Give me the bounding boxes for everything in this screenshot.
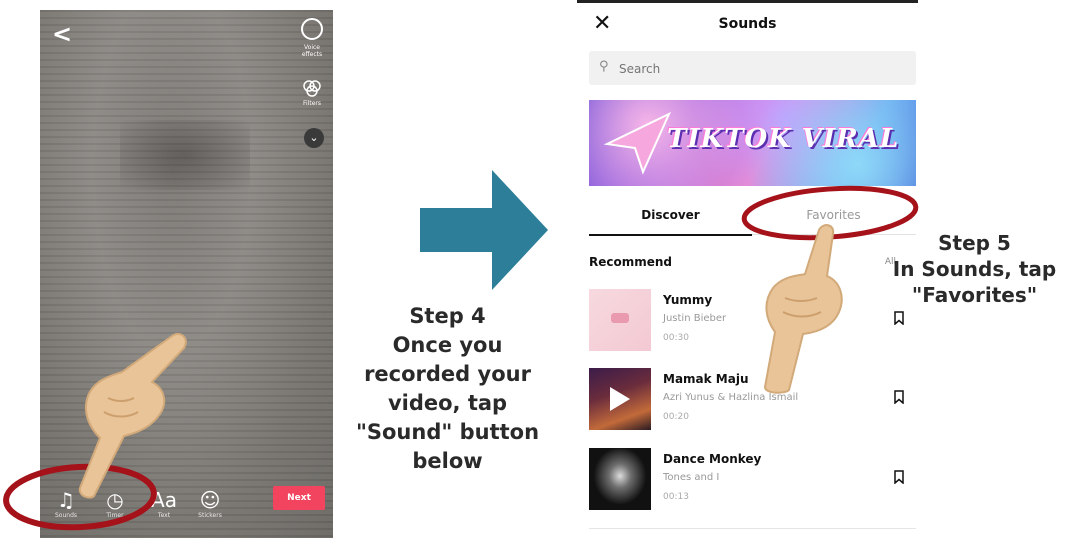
search-icon: ⚲ <box>599 59 609 74</box>
track-row[interactable]: Mamak Maju Azri Yunus & Hazlina Ismail 0… <box>589 368 916 434</box>
timer-button[interactable]: ◷ Timer <box>95 488 135 520</box>
sound-button[interactable]: ♫ Sounds <box>46 488 86 520</box>
step4-line: Once you <box>392 333 503 357</box>
step5-title: Step 5 <box>938 231 1011 255</box>
tab-favorites[interactable]: Favorites <box>752 198 915 234</box>
track-artist: Tones and I <box>663 472 720 483</box>
step5-line: "Favorites" <box>911 283 1038 307</box>
sheet-title: Sounds <box>718 16 777 32</box>
text-icon: Aa <box>151 488 177 512</box>
step4-caption: Step 4 Once you recorded your video, tap… <box>355 302 540 476</box>
track-title: Dance Monkey <box>663 452 762 466</box>
track-duration: 00:13 <box>663 492 689 502</box>
search-input[interactable] <box>617 51 901 87</box>
track-title: Mamak Maju <box>663 372 749 386</box>
stickers-label: Stickers <box>198 512 222 519</box>
step4-line: "Sound" button <box>355 420 540 444</box>
filters-icon[interactable] <box>301 78 323 100</box>
track-artist: Azri Yunus & Hazlina Ismail <box>663 392 799 403</box>
step5-caption: Step 5 In Sounds, tap "Favorites" <box>877 230 1068 308</box>
search-bar[interactable]: ⚲ <box>589 51 916 87</box>
bookmark-icon[interactable] <box>894 390 904 404</box>
step4-line: recorded your <box>364 362 531 386</box>
sound-tabs: Discover Favorites <box>589 198 916 236</box>
album-cover[interactable] <box>589 368 651 430</box>
sticker-icon: ☺ <box>199 488 221 512</box>
track-duration: 00:20 <box>663 412 689 422</box>
track-row[interactable]: Yummy Justin Bieber 00:30 <box>589 289 916 355</box>
sound-label: Sounds <box>54 512 78 519</box>
play-icon[interactable] <box>610 387 630 411</box>
tab-discover[interactable]: Discover <box>589 198 752 236</box>
text-label: Text <box>157 512 171 519</box>
text-button[interactable]: Aa Text <box>144 488 184 520</box>
voice-effects-label: Voice effects <box>301 44 323 58</box>
sounds-sheet: ✕ Sounds ⚲ TIKTOK VIRAL Discover Favorit… <box>577 0 918 541</box>
camera-screen: < Voice effects Filters ⌄ ♫ Sounds ◷ Tim… <box>40 10 333 538</box>
track-artist: Justin Bieber <box>663 313 727 324</box>
back-icon[interactable]: < <box>52 20 72 48</box>
section-title: Recommend <box>589 255 673 269</box>
timer-label: Timer <box>106 512 124 519</box>
music-note-icon: ♫ <box>57 488 75 512</box>
banner-paper-plane-icon <box>603 111 672 175</box>
bookmark-icon[interactable] <box>894 470 904 484</box>
promo-banner[interactable]: TIKTOK VIRAL <box>589 100 916 186</box>
right-arrow-icon <box>420 170 548 290</box>
track-title: Yummy <box>663 293 713 307</box>
album-cover[interactable] <box>589 448 651 510</box>
filters-label: Filters <box>303 100 321 107</box>
stickers-button[interactable]: ☺ Stickers <box>190 488 230 520</box>
step4-line: below <box>412 449 483 473</box>
voice-effects-icon[interactable] <box>301 18 323 40</box>
banner-title: TIKTOK VIRAL <box>667 124 900 154</box>
track-duration: 00:30 <box>663 333 689 343</box>
bookmark-icon[interactable] <box>894 311 904 325</box>
divider <box>589 528 916 529</box>
step5-line: In Sounds, tap <box>892 257 1057 281</box>
album-cover[interactable] <box>589 289 651 351</box>
chevron-down-icon[interactable]: ⌄ <box>304 128 324 148</box>
timer-icon: ◷ <box>106 488 124 512</box>
camera-preview <box>120 120 250 190</box>
track-row[interactable]: Dance Monkey Tones and I 00:13 <box>589 448 916 514</box>
step4-title: Step 4 <box>409 304 486 328</box>
step4-line: video, tap <box>387 391 508 415</box>
next-button[interactable]: Next <box>273 486 325 510</box>
